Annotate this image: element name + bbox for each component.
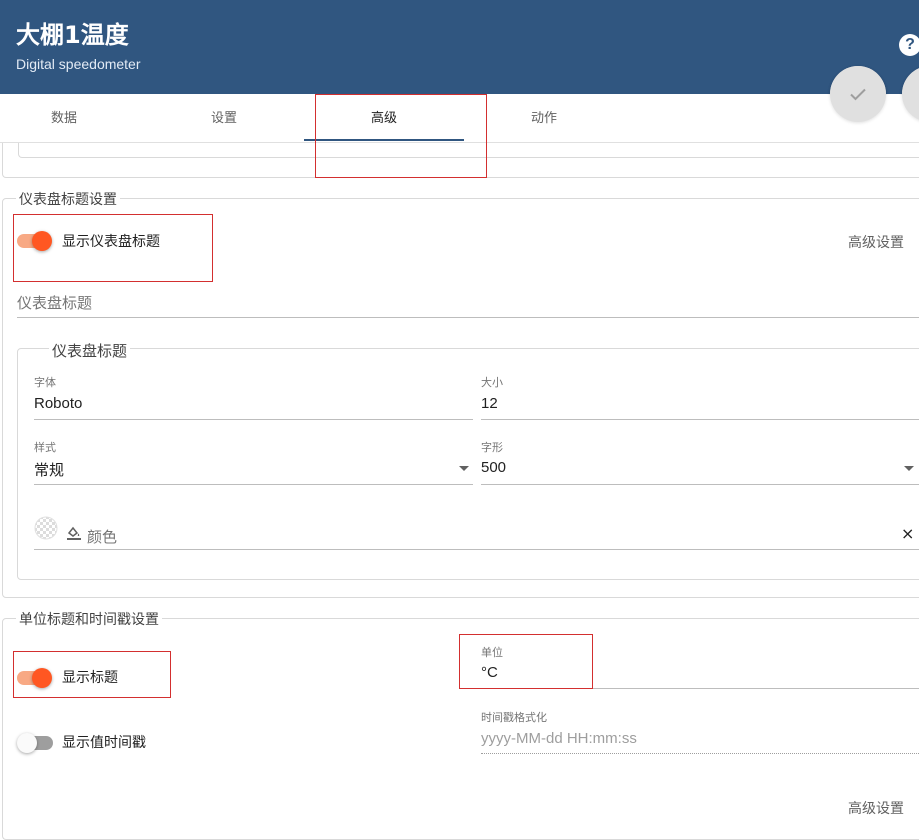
font-family-label: 字体 <box>34 376 56 389</box>
show-timestamp-label: 显示值时间戳 <box>62 735 146 751</box>
highlight-box-show-title <box>13 651 171 698</box>
widget-subtitle: Digital speedometer <box>16 56 141 72</box>
highlight-box-show-dashboard-title <box>13 214 213 282</box>
font-family-underline <box>34 419 473 420</box>
font-size-underline <box>481 419 919 420</box>
font-style-label: 样式 <box>34 441 56 454</box>
apply-fab[interactable] <box>830 66 886 122</box>
dashboard-title-advanced-link[interactable]: 高级设置 <box>848 232 904 252</box>
unit-advanced-link[interactable]: 高级设置 <box>848 798 904 818</box>
highlight-box-advanced-tab <box>315 94 487 178</box>
font-weight-label: 字形 <box>481 441 503 454</box>
check-icon <box>850 88 866 101</box>
timestamp-format-input[interactable]: yyyy-MM-dd HH:mm:ss <box>481 730 637 747</box>
color-underline <box>34 549 919 550</box>
tab-settings-label[interactable]: 设置 <box>144 94 304 142</box>
timestamp-format-label: 时间戳格式化 <box>481 711 547 724</box>
dashboard-title-underline <box>17 317 919 318</box>
font-size-label: 大小 <box>481 376 503 389</box>
dashboard-title-legend: 仪表盘标题设置 <box>16 189 120 209</box>
dashboard-title-input[interactable]: 仪表盘标题 <box>17 292 92 313</box>
font-weight-underline <box>481 484 919 485</box>
tab-data-label[interactable]: 数据 <box>0 94 144 142</box>
dropdown-caret-icon[interactable] <box>904 466 914 471</box>
widget-header <box>0 0 919 94</box>
tab-actions-label[interactable]: 动作 <box>464 94 624 142</box>
highlight-box-unit <box>459 634 593 689</box>
unit-timestamp-legend: 单位标题和时间戳设置 <box>16 609 162 629</box>
dropdown-caret-icon[interactable] <box>459 466 469 471</box>
timestamp-format-underline <box>481 753 919 754</box>
show-timestamp-toggle[interactable] <box>17 732 57 754</box>
help-icon[interactable]: ? <box>899 34 919 56</box>
font-style-select[interactable]: 常规 <box>34 459 64 480</box>
font-family-input[interactable]: Roboto <box>34 395 82 412</box>
title-font-fieldset <box>17 348 919 580</box>
font-style-underline <box>34 484 473 485</box>
clear-color-icon[interactable]: × <box>901 524 914 543</box>
widget-title: 大棚1温度 <box>16 21 129 49</box>
color-input[interactable]: 颜色 <box>87 526 117 547</box>
toggle-thumb <box>17 733 37 753</box>
font-size-input[interactable]: 12 <box>481 395 498 412</box>
title-font-legend: 仪表盘标题 <box>49 340 131 361</box>
font-weight-select[interactable]: 500 <box>481 459 506 476</box>
checkerboard-icon[interactable] <box>34 516 58 544</box>
format-color-fill-icon <box>66 524 82 544</box>
